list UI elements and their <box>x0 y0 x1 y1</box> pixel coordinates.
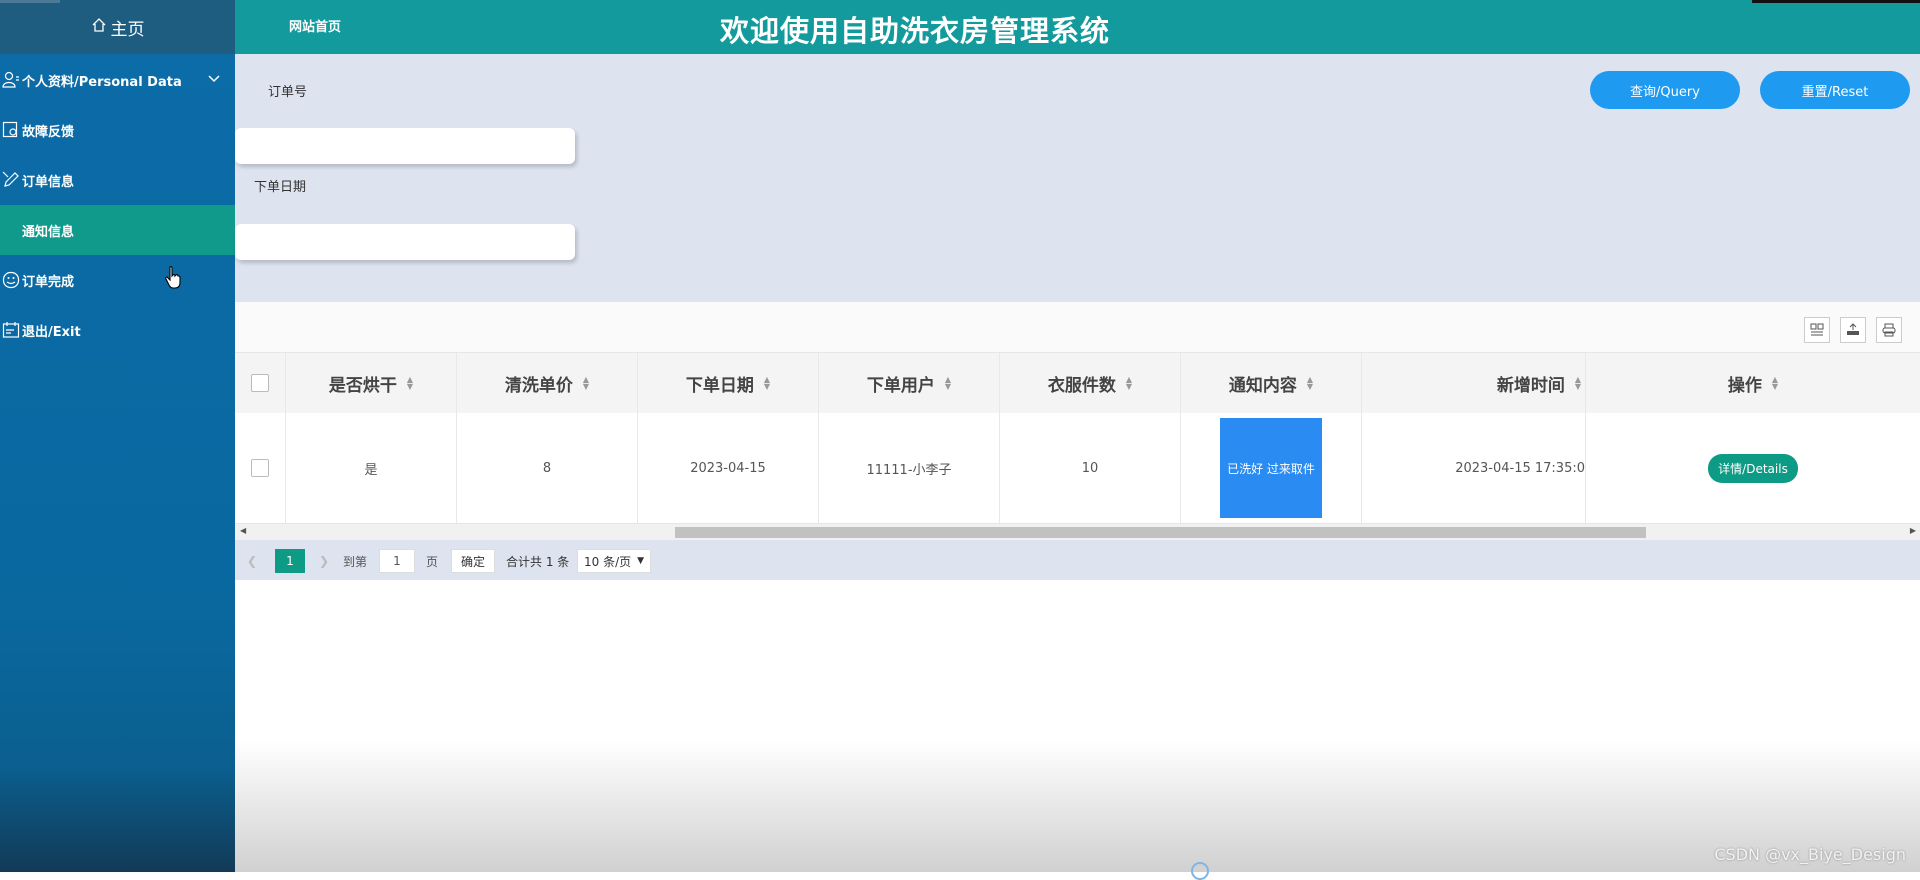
export-icon[interactable] <box>1840 317 1866 343</box>
row-select-cell <box>235 413 286 523</box>
sidebar-home[interactable]: 主页 <box>0 0 235 54</box>
cell-notice: 已洗好 过来取件 <box>1181 413 1362 523</box>
query-button[interactable]: 查询/Query <box>1590 71 1740 109</box>
cell-dried: 是 <box>286 413 457 523</box>
order-number-label: 订单号 <box>268 85 308 100</box>
goto-page-input[interactable]: 1 <box>379 549 415 573</box>
top-header: 网站首页 欢迎使用自助洗衣房管理系统 <box>235 0 1920 54</box>
column-header[interactable]: 衣服件数 ▲ ▼ <box>1000 353 1181 413</box>
sort-icon[interactable]: ▲ ▼ <box>764 376 770 391</box>
sidebar-item-label: 订单完成 <box>22 274 75 290</box>
cell-user: 11111-小李子 <box>819 413 1000 523</box>
sidebar-item-fault-feedback[interactable]: 故障反馈 <box>0 105 235 155</box>
watermark: CSDN @vx_Biye_Design <box>1714 845 1906 864</box>
edit-icon <box>2 171 20 189</box>
user-icon <box>2 71 20 89</box>
chevron-down-icon <box>207 72 221 90</box>
page-title: 欢迎使用自助洗衣房管理系统 <box>720 14 1111 48</box>
sidebar-item-label: 故障反馈 <box>22 124 75 140</box>
sort-icon[interactable]: ▲ ▼ <box>1575 376 1581 391</box>
page-size-value: 10 条/页 <box>584 554 632 569</box>
cell-created-time: 2023-04-15 17:35:0 <box>1362 413 1586 523</box>
order-date-input[interactable] <box>235 224 575 260</box>
scroll-left-icon[interactable]: ◀ <box>240 526 246 535</box>
divider <box>1752 0 1920 3</box>
cell-actions: 详情/Details <box>1586 413 1920 523</box>
mouse-cursor-icon <box>164 265 182 293</box>
sort-icon[interactable]: ▲ ▼ <box>945 376 951 391</box>
cell-count: 10 <box>1000 413 1181 523</box>
row-checkbox[interactable] <box>251 459 269 477</box>
column-header[interactable]: 操作 ▲ ▼ <box>1586 353 1920 413</box>
horizontal-scrollbar[interactable]: ◀ ▶ <box>235 524 1920 540</box>
page-number-current[interactable]: 1 <box>275 549 305 573</box>
scrollbar-thumb[interactable] <box>675 527 1646 538</box>
gear-icon <box>2 121 20 139</box>
pagination: ❮ 1 ❯ 到第 1 页 确定 合计共 1 条 10 条/页 ▼ <box>235 540 1920 580</box>
column-header[interactable]: 清洗单价 ▲ ▼ <box>457 353 638 413</box>
sidebar-item-order-complete[interactable]: 订单完成 <box>0 255 235 305</box>
column-header[interactable]: 是否烘干 ▲ ▼ <box>286 353 457 413</box>
goto-suffix: 页 <box>426 554 439 569</box>
select-all-checkbox[interactable] <box>251 374 269 392</box>
bottom-fade <box>235 740 1920 872</box>
column-header[interactable]: 下单用户 ▲ ▼ <box>819 353 1000 413</box>
sort-icon[interactable]: ▲ ▼ <box>407 376 413 391</box>
sidebar: 主页 个人资料/Personal Data 故障反馈 订单信息 通知信息 订单完… <box>0 0 235 872</box>
select-all-cell <box>235 353 286 413</box>
smiley-icon <box>2 271 20 289</box>
sidebar-item-notifications[interactable]: 通知信息 <box>0 205 235 255</box>
sort-icon[interactable]: ▲ ▼ <box>583 376 589 391</box>
column-header[interactable]: 下单日期 ▲ ▼ <box>638 353 819 413</box>
sidebar-home-label: 主页 <box>110 19 145 40</box>
goto-confirm-button[interactable]: 确定 <box>451 549 495 573</box>
table-header: 是否烘干 ▲ ▼ 清洗单价 ▲ ▼ 下单日期 ▲ ▼ 下单用户 ▲ ▼ 衣服件数 ▲ ▼ … <box>235 352 1920 414</box>
site-home-link[interactable]: 网站首页 <box>289 16 341 35</box>
next-page-icon[interactable]: ❯ <box>319 549 329 573</box>
total-count: 合计共 1 条 <box>506 554 570 569</box>
home-icon <box>91 17 107 38</box>
table-toolbar <box>235 302 1920 352</box>
order-number-input[interactable] <box>235 128 575 164</box>
sidebar-item-label: 退出/Exit <box>22 324 81 340</box>
sort-icon[interactable]: ▲ ▼ <box>1126 376 1132 391</box>
column-header[interactable]: 新增时间 ▲ ▼ <box>1362 353 1586 413</box>
loading-spinner-icon <box>1191 862 1209 880</box>
page-size-select[interactable]: 10 条/页 ▼ <box>577 549 651 573</box>
chevron-down-icon: ▼ <box>637 556 644 566</box>
print-icon[interactable] <box>1876 317 1902 343</box>
prev-page-icon[interactable]: ❮ <box>247 549 257 573</box>
column-header[interactable]: 通知内容 ▲ ▼ <box>1181 353 1362 413</box>
order-date-label: 下单日期 <box>254 180 307 195</box>
goto-prefix: 到第 <box>343 554 368 569</box>
scroll-right-icon[interactable]: ▶ <box>1910 526 1916 535</box>
sidebar-item-order-info[interactable]: 订单信息 <box>0 155 235 205</box>
sidebar-item-label: 通知信息 <box>22 224 75 240</box>
sidebar-item-label: 个人资料/Personal Data <box>22 74 182 90</box>
cell-price: 8 <box>457 413 638 523</box>
search-panel: 订单号 下单日期 查询/Query 重置/Reset <box>235 54 1920 302</box>
details-button[interactable]: 详情/Details <box>1708 453 1798 483</box>
sidebar-item-label: 订单信息 <box>22 174 75 190</box>
calendar-icon <box>2 321 20 339</box>
columns-icon[interactable] <box>1804 317 1830 343</box>
cell-order-date: 2023-04-15 <box>638 413 819 523</box>
notice-content: 已洗好 过来取件 <box>1220 418 1322 518</box>
sidebar-item-personal-data[interactable]: 个人资料/Personal Data <box>0 55 235 105</box>
reset-button[interactable]: 重置/Reset <box>1760 71 1910 109</box>
table-row: 是 8 2023-04-15 11111-小李子 10 已洗好 过来取件 202… <box>235 413 1920 524</box>
sidebar-item-exit[interactable]: 退出/Exit <box>0 305 235 355</box>
sort-icon[interactable]: ▲ ▼ <box>1307 376 1313 391</box>
divider <box>0 0 60 3</box>
sort-icon[interactable]: ▲ ▼ <box>1772 376 1778 391</box>
